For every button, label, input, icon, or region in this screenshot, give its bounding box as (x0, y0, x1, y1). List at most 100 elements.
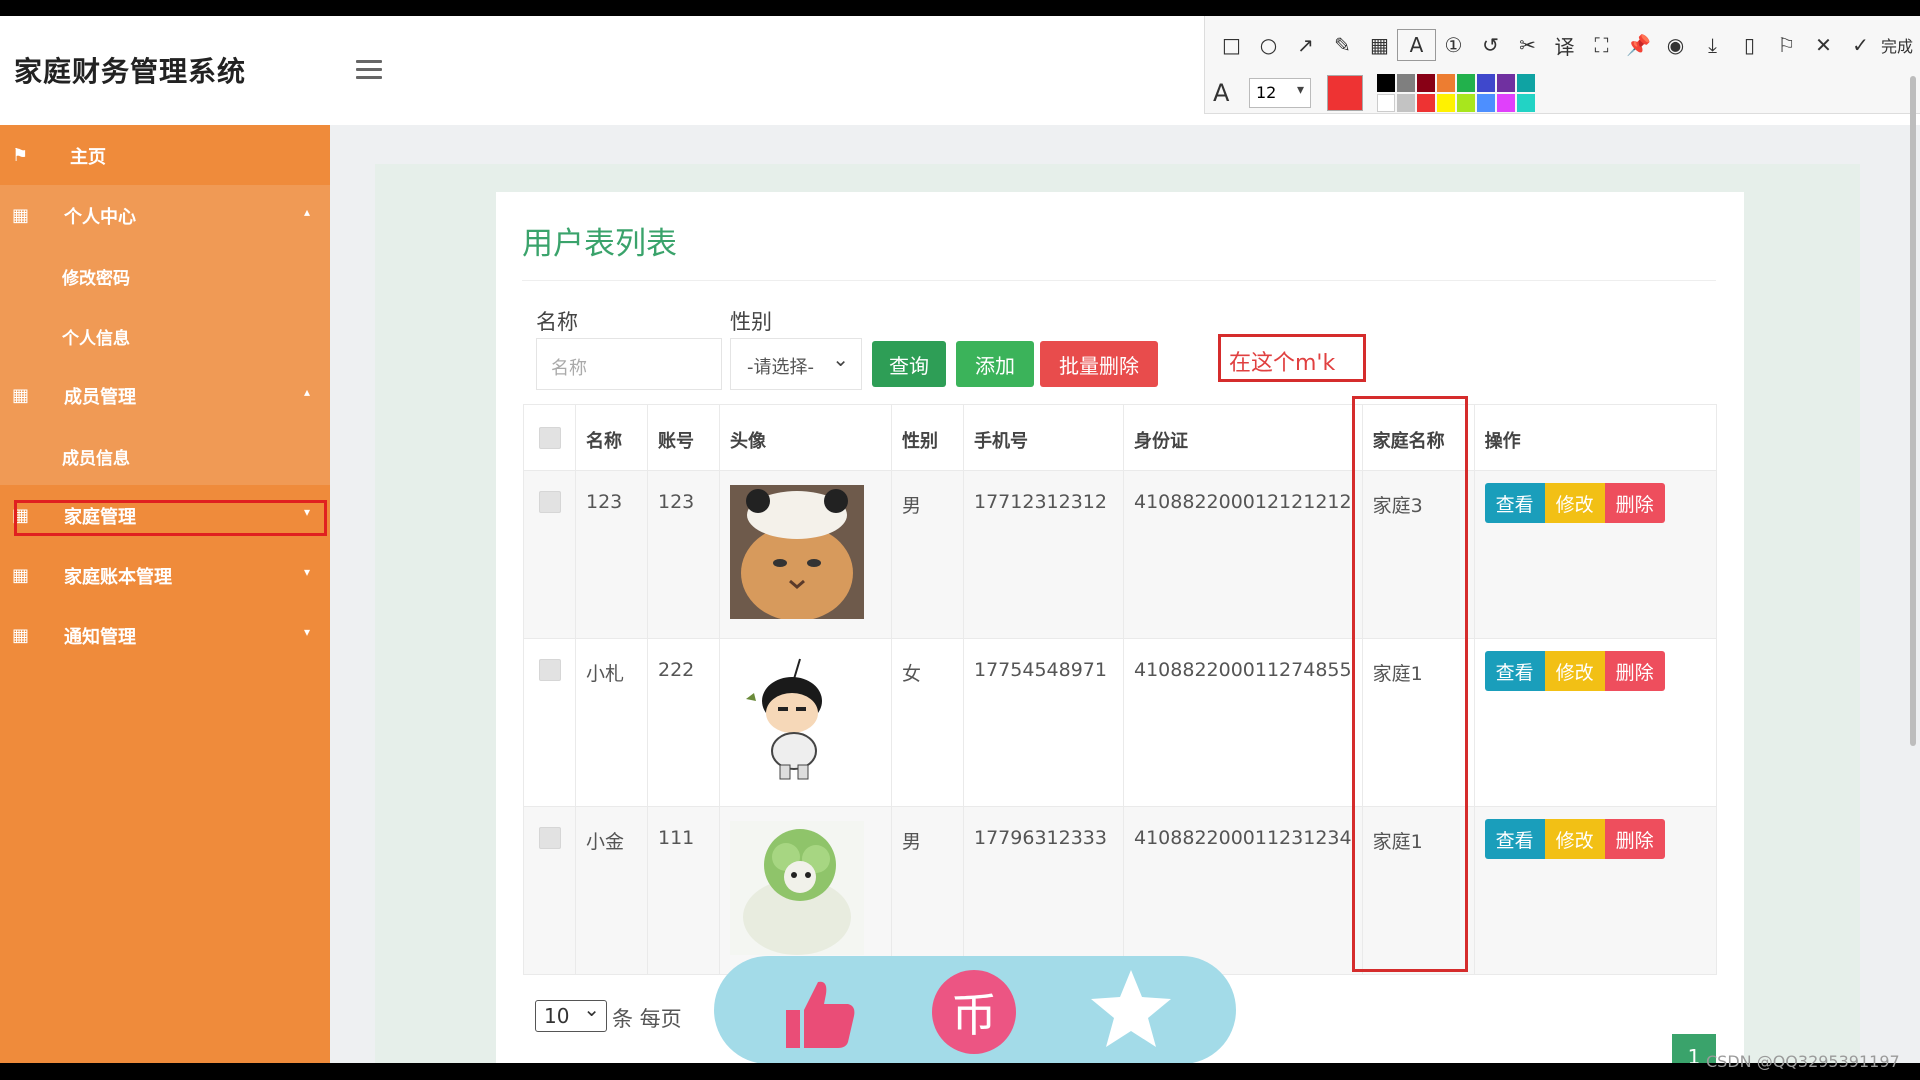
palette-color-swatch[interactable] (1397, 74, 1415, 92)
translate-icon[interactable]: 译 (1546, 30, 1583, 60)
add-button[interactable]: 添加 (956, 341, 1034, 387)
edit-button[interactable]: 修改 (1544, 651, 1605, 691)
annotation-highlight-rectangle (1352, 396, 1468, 972)
vertical-scrollbar[interactable] (1910, 76, 1916, 746)
actions-cell: 查看 修改 删除 (1473, 806, 1718, 975)
query-button[interactable]: 查询 (872, 341, 946, 387)
bookmark-icon[interactable]: ⚐ (1768, 30, 1805, 60)
column-header: 操作 (1473, 404, 1718, 471)
coin-icon[interactable]: 币 (932, 970, 1016, 1054)
page-size-select[interactable]: 10 (535, 997, 607, 1032)
font-size-select[interactable]: 12 (1249, 78, 1311, 108)
palette-color-swatch[interactable] (1417, 74, 1435, 92)
caret-down-icon: ▾ (303, 565, 310, 579)
delete-button[interactable]: 删除 (1604, 819, 1665, 859)
delete-button[interactable]: 删除 (1604, 483, 1665, 523)
view-button[interactable]: 查看 (1484, 483, 1545, 523)
sidebar-item-home[interactable]: ⚑ 主页 (0, 125, 330, 185)
sidebar-subitem-change-password[interactable]: 修改密码 (0, 245, 330, 305)
done-button-label[interactable]: 完成 (1881, 33, 1913, 57)
close-icon[interactable]: ✕ (1805, 30, 1842, 60)
edit-button[interactable]: 修改 (1544, 483, 1605, 523)
caret-up-icon: ▴ (303, 385, 310, 399)
palette-color-swatch[interactable] (1477, 74, 1495, 92)
name-search-input[interactable]: 名称 (536, 338, 722, 390)
pin-icon[interactable]: 📌 (1620, 30, 1657, 60)
palette-color-swatch[interactable] (1517, 74, 1535, 92)
star-icon[interactable] (1086, 964, 1176, 1054)
record-icon[interactable]: ◉ (1657, 30, 1694, 60)
sidebar-subitem-personal-info[interactable]: 个人信息 (0, 305, 330, 365)
gender-select[interactable]: -请选择- (730, 338, 862, 390)
palette-color-swatch[interactable] (1397, 94, 1415, 112)
palette-color-swatch[interactable] (1497, 74, 1515, 92)
edit-button[interactable]: 修改 (1544, 819, 1605, 859)
screenshot-icon[interactable]: ⛶ (1583, 30, 1620, 60)
save-icon[interactable]: ▯ (1731, 30, 1768, 60)
select-all-checkbox[interactable] (539, 427, 561, 449)
palette-color-swatch[interactable] (1417, 94, 1435, 112)
sidebar-subitem-member-info[interactable]: 成员信息 (0, 425, 330, 485)
annotation-style-row: A 12 (1213, 74, 1535, 112)
palette-color-swatch[interactable] (1477, 94, 1495, 112)
menu-toggle-icon[interactable] (356, 60, 382, 80)
palette-color-swatch[interactable] (1457, 94, 1475, 112)
arrow-tool-icon[interactable]: ↗ (1287, 30, 1324, 60)
phone-cell: 17712312312 (963, 470, 1124, 639)
screen: 家庭财务管理系统 80x80 □○↗✎▦A①↺✂译⛶📌◉⤓▯⚐✕✓完成 A 12… (0, 16, 1920, 1063)
done-check-icon[interactable]: ✓ (1842, 30, 1879, 60)
palette-color-swatch[interactable] (1437, 74, 1455, 92)
sidebar-item-member-management[interactable]: ▦ 成员管理 ▴ (0, 365, 330, 425)
palette-color-swatch[interactable] (1437, 94, 1455, 112)
palette-color-swatch[interactable] (1517, 94, 1535, 112)
row-checkbox[interactable] (539, 827, 561, 849)
row-checkbox[interactable] (539, 659, 561, 681)
sidebar-subitem-label: 个人信息 (62, 329, 130, 349)
sidebar-subitem-label: 成员信息 (62, 449, 130, 469)
account-cell: 123 (647, 470, 720, 639)
palette-color-swatch[interactable] (1377, 74, 1395, 92)
sidebar-item-label: 成员管理 (64, 387, 136, 408)
avatar-image-cat (730, 485, 864, 621)
pencil-tool-icon[interactable]: ✎ (1324, 30, 1361, 60)
ellipse-tool-icon[interactable]: ○ (1250, 30, 1287, 60)
number-tool-icon[interactable]: ① (1435, 30, 1472, 60)
row-checkbox[interactable] (539, 491, 561, 513)
sidebar-item-family-ledger-management[interactable]: ▦ 家庭账本管理 ▾ (0, 545, 330, 605)
cut-icon[interactable]: ✂ (1509, 30, 1546, 60)
name-cell: 123 (575, 470, 648, 639)
download-icon[interactable]: ⤓ (1694, 30, 1731, 60)
mosaic-tool-icon[interactable]: ▦ (1361, 30, 1398, 60)
gender-cell: 男 (891, 470, 964, 639)
view-button[interactable]: 查看 (1484, 819, 1545, 859)
text-tool-icon[interactable]: A (1397, 29, 1436, 61)
view-button[interactable]: 查看 (1484, 651, 1545, 691)
column-header: 手机号 (963, 404, 1124, 471)
color-palette (1377, 74, 1535, 112)
column-header: 性别 (891, 404, 964, 471)
palette-color-swatch[interactable] (1457, 74, 1475, 92)
sidebar-item-notice-management[interactable]: ▦ 通知管理 ▾ (0, 605, 330, 665)
reaction-bar: 币 (714, 956, 1236, 1063)
sidebar-subitem-label: 修改密码 (62, 269, 130, 289)
undo-icon[interactable]: ↺ (1472, 30, 1509, 60)
palette-color-swatch[interactable] (1377, 94, 1395, 112)
sidebar-item-label: 家庭账本管理 (64, 567, 172, 588)
name-input-placeholder: 名称 (551, 358, 587, 379)
caret-up-icon: ▴ (303, 205, 310, 219)
rectangle-tool-icon[interactable]: □ (1213, 30, 1250, 60)
sidebar-item-family-management[interactable]: ▦ 家庭管理 ▾ (0, 485, 330, 545)
name-cell: 小札 (575, 638, 648, 807)
palette-color-swatch[interactable] (1497, 94, 1515, 112)
thumbs-up-icon[interactable] (778, 974, 858, 1054)
delete-button[interactable]: 删除 (1604, 651, 1665, 691)
annotation-text-box[interactable]: 在这个m'k (1218, 334, 1366, 382)
annotation-tool-row: □ ○ ↗ ✎ ▦ A ① ↺ ✂ 译 ⛶ 📌 ◉ ⤓ ▯ ⚐ ✕ ✓ 完成 (1213, 29, 1913, 61)
sidebar-item-personal-center[interactable]: ▦ 个人中心 ▴ (0, 185, 330, 245)
annotation-toolbar: □ ○ ↗ ✎ ▦ A ① ↺ ✂ 译 ⛶ 📌 ◉ ⤓ ▯ ⚐ ✕ ✓ 完成 A 12 (1204, 16, 1920, 114)
current-color-swatch[interactable] (1327, 75, 1363, 111)
gender-cell: 女 (891, 638, 964, 807)
name-filter-label: 名称 (536, 310, 578, 334)
id-card-cell: 410882200011231234 (1123, 806, 1363, 975)
batch-delete-button[interactable]: 批量删除 (1040, 341, 1158, 387)
